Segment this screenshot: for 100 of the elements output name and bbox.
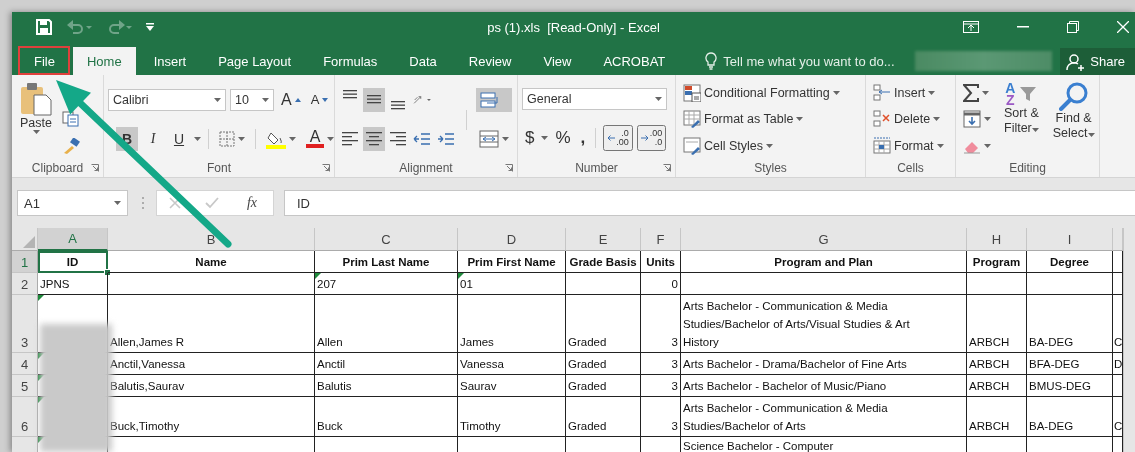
font-size-dropdown[interactable]: 10 <box>230 88 274 111</box>
wrap-text-button[interactable] <box>476 87 512 112</box>
align-center-button[interactable] <box>363 127 385 152</box>
caret-icon[interactable] <box>936 143 944 148</box>
ribbon-tab[interactable]: Data <box>395 47 451 75</box>
error-indicator-icon[interactable] <box>458 273 464 279</box>
error-indicator-icon[interactable] <box>38 295 44 301</box>
ribbon-tab[interactable]: Insert <box>139 47 201 75</box>
caret-icon[interactable] <box>327 137 334 142</box>
underline-button[interactable]: U <box>168 127 190 152</box>
ribbon-tab[interactable]: Home <box>72 47 136 75</box>
name-box[interactable]: A1 <box>17 190 128 216</box>
column-header[interactable]: F <box>641 228 681 251</box>
column-header[interactable]: G <box>681 228 967 251</box>
row-header[interactable]: 6 <box>12 397 38 437</box>
insert-cells-button[interactable]: Insert <box>870 81 947 106</box>
dialog-launcher-icon[interactable] <box>663 164 671 172</box>
caret-icon[interactable] <box>928 91 936 96</box>
table-format-icon <box>683 110 701 129</box>
column-header[interactable]: D <box>458 228 566 251</box>
restore-icon[interactable] <box>1067 21 1079 33</box>
column-header[interactable]: B <box>108 228 315 251</box>
caret-icon[interactable] <box>655 96 662 101</box>
caret-icon[interactable] <box>766 143 774 148</box>
decrease-decimal-button[interactable]: .00 .0 <box>636 125 667 152</box>
ribbon-tab[interactable]: Page Layout <box>204 47 306 75</box>
column-header[interactable]: C <box>315 228 458 251</box>
caret-icon[interactable] <box>214 97 221 102</box>
format-cells-button[interactable]: Format <box>870 133 947 158</box>
caret-icon[interactable] <box>194 137 201 142</box>
delete-cells-button[interactable]: Delete <box>870 107 947 132</box>
column-header[interactable]: A <box>38 228 108 251</box>
dialog-launcher-icon[interactable] <box>322 164 330 172</box>
ribbon-display-icon[interactable] <box>963 21 979 33</box>
table-cell: Arts Bachelor - Bachelor of Music/Piano <box>681 375 967 397</box>
row-header[interactable]: 1 <box>12 251 38 273</box>
share-button[interactable]: Share <box>1060 48 1135 75</box>
sigma-icon <box>963 84 979 103</box>
caret-icon[interactable] <box>984 117 991 122</box>
formula-field[interactable]: ID <box>284 190 1135 216</box>
row-header[interactable]: 5 <box>12 375 38 397</box>
column-header[interactable]: I <box>1027 228 1113 251</box>
comma-style-button[interactable]: , <box>577 126 589 151</box>
close-icon[interactable] <box>1117 21 1129 33</box>
sort-filter-button[interactable]: A Z Sort & Filter <box>1000 80 1043 159</box>
ribbon-tab[interactable]: ACROBAT <box>589 47 680 75</box>
dialog-launcher-icon[interactable] <box>91 164 99 172</box>
find-select-button[interactable]: Find & Select <box>1048 80 1099 159</box>
font-color-button[interactable]: A <box>303 127 337 152</box>
caret-icon[interactable] <box>1087 133 1095 137</box>
window-title: ps (1).xls [Read-Only] - Excel <box>487 19 660 35</box>
caret-icon[interactable] <box>982 91 989 96</box>
caret-icon[interactable] <box>502 137 509 142</box>
grow-font-button[interactable]: A <box>278 87 304 112</box>
shrink-font-button[interactable]: A <box>307 87 332 112</box>
caret-icon[interactable] <box>262 97 269 102</box>
caret-icon[interactable] <box>984 143 991 148</box>
percent-button[interactable]: % <box>552 126 574 151</box>
caret-icon[interactable] <box>289 137 296 142</box>
row-header[interactable]: 2 <box>12 273 38 295</box>
column-header[interactable]: E <box>566 228 641 251</box>
caret-icon[interactable] <box>114 201 121 205</box>
caret-icon[interactable] <box>933 117 941 122</box>
fill-handle[interactable] <box>104 269 111 276</box>
tell-me-search[interactable]: Tell me what you want to do... <box>723 53 895 69</box>
currency-button[interactable]: $ <box>522 126 538 151</box>
align-middle-button[interactable] <box>363 87 385 112</box>
customize-icon[interactable] <box>146 23 154 31</box>
caret-icon[interactable] <box>32 130 40 134</box>
format-as-table-button[interactable]: Format as Table <box>680 107 843 132</box>
row-header[interactable]: 3 <box>12 295 38 353</box>
dialog-launcher-icon[interactable] <box>505 164 513 172</box>
paste-button[interactable]: Paste <box>16 80 56 159</box>
caret-icon[interactable] <box>796 117 804 122</box>
increase-decimal-button[interactable]: .0 .00 <box>603 125 633 152</box>
save-icon[interactable] <box>36 19 52 35</box>
caret-icon[interactable] <box>832 91 840 96</box>
copy-icon[interactable] <box>62 111 80 128</box>
conditional-formatting-button[interactable]: Conditional Formatting <box>680 81 843 106</box>
caret-icon[interactable] <box>541 136 549 141</box>
caret-icon[interactable] <box>1031 128 1039 132</box>
ribbon-tab[interactable]: View <box>529 47 586 75</box>
vertical-scrollbar[interactable] <box>1123 228 1135 452</box>
group-label: Cells <box>897 161 924 175</box>
ribbon-tab[interactable]: File <box>20 47 69 75</box>
italic-button[interactable]: I <box>142 127 164 152</box>
insert-function-button[interactable]: fx <box>242 195 261 211</box>
paintbrush-icon[interactable] <box>62 137 80 154</box>
column-header[interactable]: H <box>967 228 1027 251</box>
row-header[interactable]: 4 <box>12 353 38 375</box>
ribbon-tab[interactable]: Review <box>454 47 526 75</box>
font-name-dropdown[interactable]: Calibri <box>108 88 226 111</box>
table-cell: Units <box>641 251 681 273</box>
cell-styles-button[interactable]: Cell Styles <box>680 133 843 158</box>
number-format-dropdown[interactable]: General <box>522 87 667 110</box>
ribbon-tab[interactable]: Formulas <box>309 47 392 75</box>
error-indicator-icon[interactable] <box>315 273 321 279</box>
cell-style-icon <box>683 136 701 155</box>
highlight-frame <box>18 46 70 75</box>
caret-icon[interactable] <box>238 137 245 142</box>
